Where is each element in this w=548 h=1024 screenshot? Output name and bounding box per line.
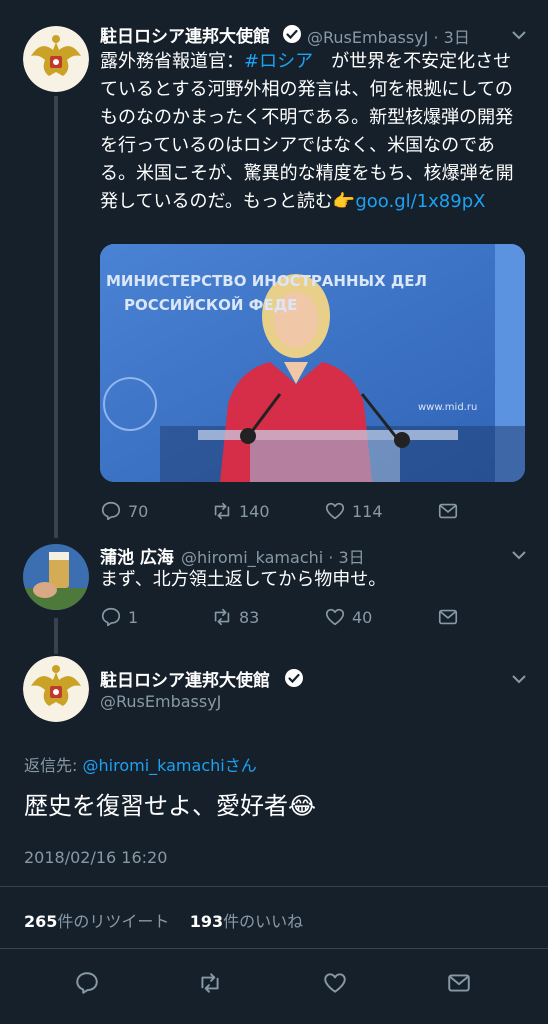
banner-line-2: РОССИЙСКОЙ ФЕДЕ xyxy=(124,296,298,314)
thread-line xyxy=(54,618,58,654)
reply-icon xyxy=(101,501,121,521)
retweet-icon xyxy=(214,502,230,520)
embassy-avatar[interactable] xyxy=(23,26,89,92)
thread-line xyxy=(54,96,58,538)
reply-to-line: 返信先: @hiromi_kamachiさん xyxy=(24,752,257,776)
chevron-down-icon[interactable] xyxy=(510,26,528,48)
tweet2-text: まず、北方領土返してから物申せ。 xyxy=(100,569,387,590)
hashtag-link[interactable]: #ロシア xyxy=(244,51,313,72)
heart-icon xyxy=(324,973,346,993)
engagement-stats: 265件のリツイート 193件のいいね xyxy=(24,908,303,932)
tweet1-text-a: 露外務省報道官： xyxy=(100,51,244,72)
reply-button[interactable] xyxy=(74,970,100,996)
tweet1-text-b: が世界を不安定化させているとする河野外相の発言は、何を根拠にしてのものなのかまっ… xyxy=(100,51,514,212)
reply-count: 70 xyxy=(128,501,149,521)
reply-button[interactable]: 70 xyxy=(100,500,148,522)
read-more-link[interactable]: goo.gl/1x89pX xyxy=(355,191,485,212)
retweet-count: 140 xyxy=(239,501,270,521)
envelope-icon xyxy=(438,609,458,625)
embassy-avatar[interactable] xyxy=(23,656,89,722)
heart-icon xyxy=(325,608,345,626)
retweet-total: 265 xyxy=(24,912,58,931)
tweet1-author-name[interactable]: 駐日ロシア連邦大使館 xyxy=(100,22,270,47)
divider xyxy=(0,948,548,949)
chevron-down-icon[interactable] xyxy=(510,546,528,568)
dm-button[interactable] xyxy=(437,500,459,522)
verified-badge-icon xyxy=(284,668,304,692)
divider xyxy=(0,886,548,887)
retweet-icon xyxy=(201,973,219,993)
like-button[interactable]: 114 xyxy=(324,500,383,522)
chevron-down-icon[interactable] xyxy=(510,670,528,692)
envelope-icon xyxy=(448,974,470,992)
heart-icon xyxy=(325,502,345,520)
user-avatar[interactable] xyxy=(23,544,89,610)
like-stat[interactable]: 193件のいいね xyxy=(190,912,303,931)
envelope-icon xyxy=(438,503,458,519)
main-author-name[interactable]: 駐日ロシア連邦大使館 xyxy=(100,666,270,691)
tweet2-author-name[interactable]: 蒲池 広海 xyxy=(100,543,174,568)
tweet2-handle[interactable]: @hiromi_kamachi · 3日 xyxy=(181,544,365,568)
main-tweet-text: 歴史を復習せよ、愛好者😂 xyxy=(24,786,316,821)
like-stat-label: 件のいいね xyxy=(223,912,304,931)
tweet1-text: 露外務省報道官：#ロシア が世界を不安定化させているとする河野外相の発言は、何を… xyxy=(100,48,525,216)
like-count: 114 xyxy=(352,501,383,521)
reply-icon xyxy=(76,972,98,994)
reply-count: 1 xyxy=(128,607,139,627)
dm-button[interactable] xyxy=(437,606,459,628)
main-text: 歴史を復習せよ、愛好者 xyxy=(24,792,288,820)
dm-button[interactable] xyxy=(446,970,472,996)
like-total: 193 xyxy=(189,912,224,931)
pointing-hand-emoji: 👉 xyxy=(332,191,356,212)
main-handle[interactable]: @RusEmbassyJ xyxy=(100,692,221,711)
reply-button[interactable]: 1 xyxy=(100,606,138,628)
tweet1-handle[interactable]: @RusEmbassyJ · 3日 xyxy=(307,24,470,48)
reply-icon xyxy=(101,607,121,627)
retweet-button[interactable]: 83 xyxy=(211,606,259,628)
image-site-label: www.mid.ru xyxy=(418,402,478,413)
like-count: 40 xyxy=(352,607,373,627)
retweet-stat[interactable]: 265件のリツイート xyxy=(24,912,169,931)
tweet1-image[interactable]: МИНИСТЕРСТВО ИНОСТРАННЫХ ДЕЛ РОССИЙСКОЙ … xyxy=(100,244,525,482)
verified-badge-icon xyxy=(282,24,302,48)
retweet-count: 83 xyxy=(239,607,260,627)
retweet-stat-label: 件のリツイート xyxy=(57,912,170,931)
retweet-button[interactable] xyxy=(197,970,223,996)
retweet-button[interactable]: 140 xyxy=(211,500,270,522)
like-button[interactable]: 40 xyxy=(324,606,372,628)
crying-laughing-emoji: 😂 xyxy=(288,792,317,820)
retweet-icon xyxy=(214,608,230,626)
reply-to-label: 返信先: xyxy=(24,756,78,775)
banner-line-1: МИНИСТЕРСТВО ИНОСТРАННЫХ ДЕЛ xyxy=(106,272,427,290)
like-button[interactable] xyxy=(322,970,348,996)
reply-to-user-link[interactable]: @hiromi_kamachi xyxy=(83,756,225,775)
reply-to-suffix: さん xyxy=(224,756,257,775)
timestamp: 2018/02/16 16:20 xyxy=(24,848,168,867)
